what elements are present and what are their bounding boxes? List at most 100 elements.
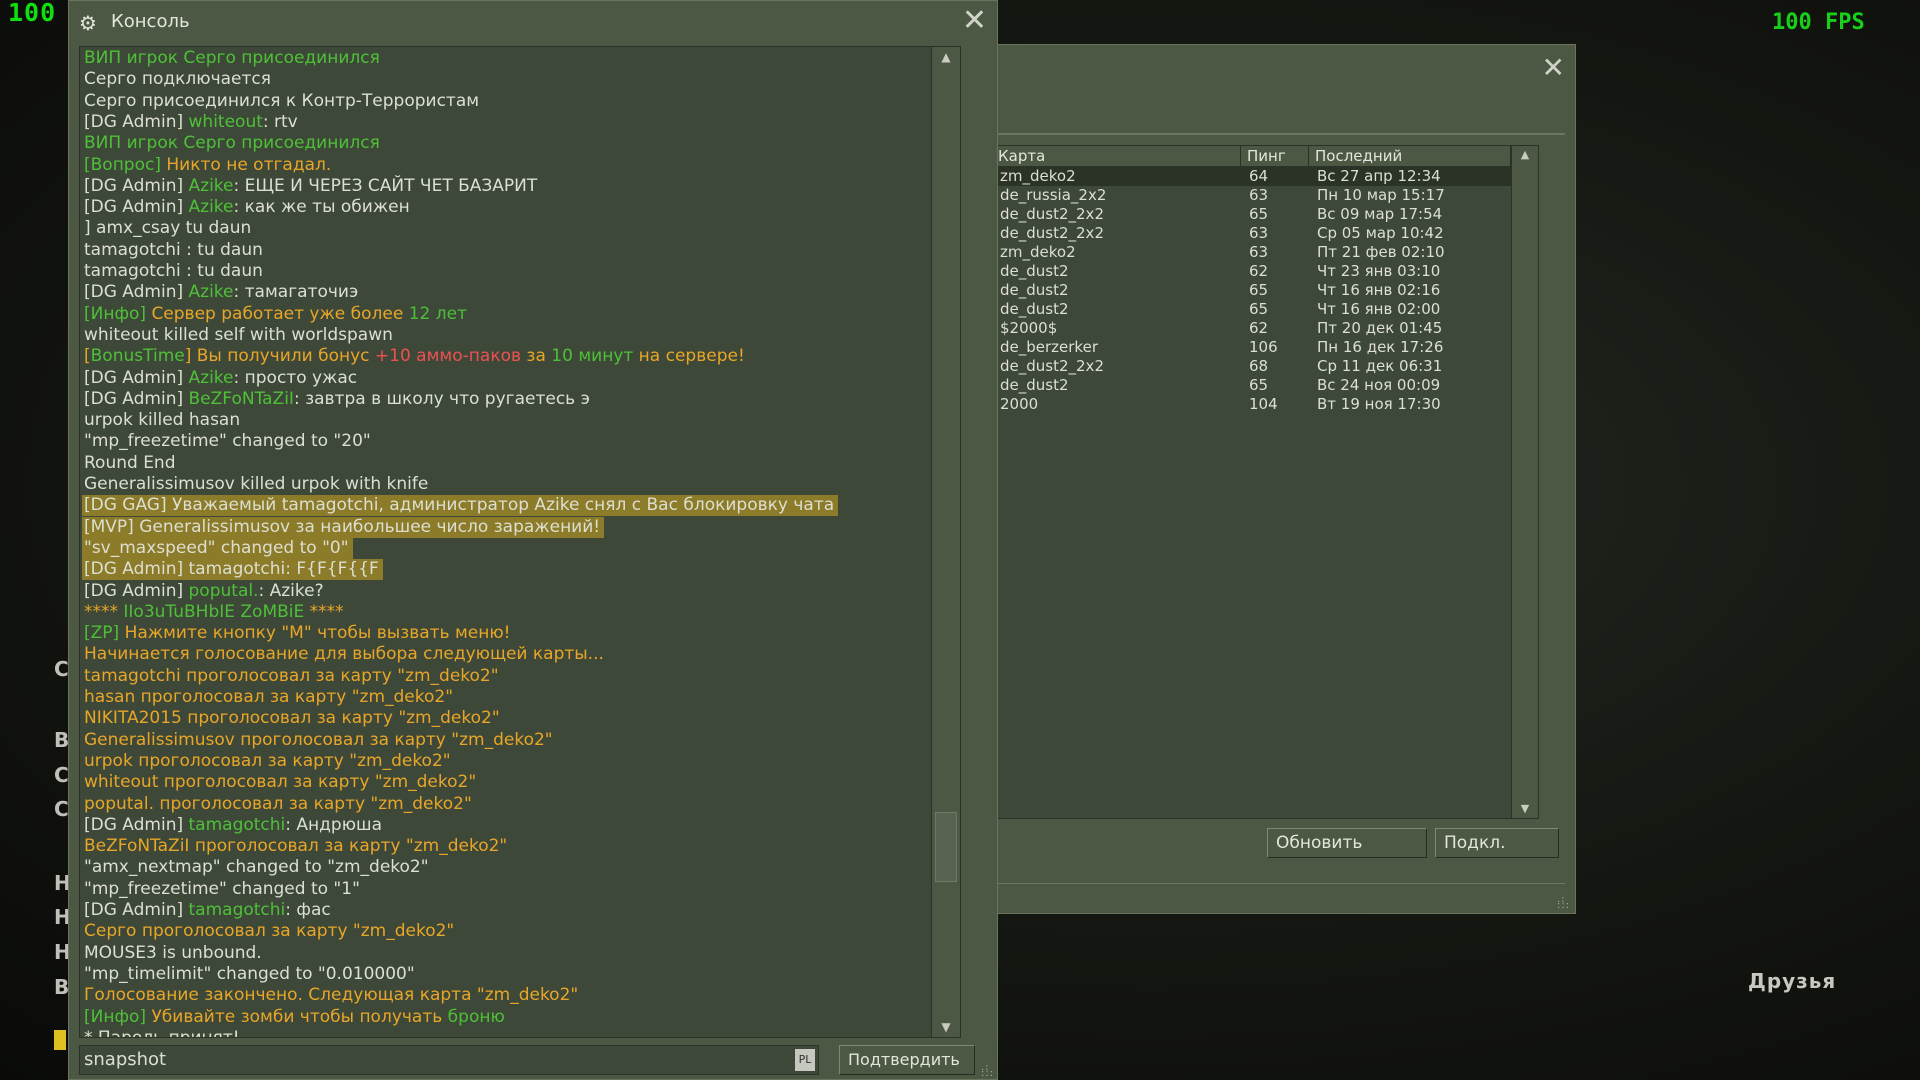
console-line-segment: poputal.	[188, 580, 259, 601]
friends-button[interactable]: Друзья	[1748, 969, 1836, 993]
console-line-segment: "mp_timelimit" changed to "0.010000"	[84, 963, 415, 984]
console-line: [BonusTime] Вы получили бонус +10 аммо-п…	[84, 346, 745, 367]
console-line: Начинается голосование для выбора следую…	[84, 644, 604, 665]
background-menu-letter: С	[54, 797, 69, 821]
server-row[interactable]: :2000104Вт 19 ноя 17:30	[942, 395, 1512, 414]
console-line-segment: : rtv	[262, 111, 298, 132]
server-cell-ping: 65	[1249, 376, 1269, 394]
server-cell-map: zm_deko2	[1000, 167, 1076, 185]
console-line: NIKITA2015 проголосовал за карту "zm_dek…	[84, 708, 500, 729]
scroll-up-icon[interactable]: ▲	[932, 47, 960, 67]
console-line: [DG Admin] Azike: как же ты обижен	[84, 197, 410, 218]
console-line: tamagotchi : tu daun	[84, 240, 263, 261]
console-line-segment: Серго проголосовал за карту "zm_deko2"	[84, 921, 455, 942]
server-row[interactable]: 32de_dust262Чт 23 янв 03:10	[942, 262, 1512, 281]
console-line: urpok killed hasan	[84, 410, 240, 431]
server-list[interactable]: ки Карта Пинг Последний 32zm_deko264Вс 2…	[941, 145, 1539, 819]
console-line: [DG Admin] tamagotchi: Андрюша	[84, 815, 382, 836]
server-row[interactable]: 32$2000$62Пт 20 дек 01:45	[942, 319, 1512, 338]
console-line: [Инфо] Сервер работает уже более 12 лет	[84, 304, 467, 325]
console-command-input[interactable]: snapshot	[79, 1045, 819, 1075]
server-row[interactable]: 32de_dust265Вс 24 ноя 00:09	[942, 376, 1512, 395]
console-line: MOUSE3 is unbound.	[84, 943, 262, 964]
server-cell-last: Пн 16 дек 17:26	[1317, 338, 1444, 356]
console-line: Generalissimusov killed urpok with knife	[84, 474, 428, 495]
console-line-segment: : тамагаточиэ	[233, 282, 359, 303]
console-line: Голосование закончено. Следующая карта "…	[84, 985, 578, 1006]
column-last[interactable]: Последний	[1309, 146, 1511, 166]
server-row[interactable]: 32de_dust265Чт 16 янв 02:16	[942, 281, 1512, 300]
server-cell-last: Пн 10 мар 15:17	[1317, 186, 1445, 204]
column-ping[interactable]: Пинг	[1241, 146, 1309, 166]
console-line: [DG GAG] Уважаемый tamagotchi, администр…	[82, 495, 839, 517]
console-line-segment: ВИП игрок Серго присоединился	[84, 133, 380, 154]
console-line: BeZFoNTaZiI проголосовал за карту "zm_de…	[84, 836, 507, 857]
console-line: ВИП игрок Серго присоединился	[84, 48, 380, 69]
server-row[interactable]: 32de_berzerker106Пн 16 дек 17:26	[942, 338, 1512, 357]
console-line-segment: [	[84, 346, 91, 367]
server-cell-ping: 104	[1249, 395, 1278, 413]
connect-button[interactable]: Подкл.	[1435, 828, 1559, 858]
scrollbar-thumb[interactable]	[935, 812, 957, 882]
console-line-segment: [DG Admin]	[84, 580, 189, 601]
console-line: whiteout killed self with worldspawn	[84, 325, 393, 346]
server-row[interactable]: :de_dust2_2x265Вс 09 мар 17:54	[942, 205, 1512, 224]
background-menu-letter: В	[54, 728, 70, 752]
server-cell-last: Вс 09 мар 17:54	[1317, 205, 1443, 223]
console-line: "mp_freezetime" changed to "1"	[84, 879, 360, 900]
resize-grip-icon[interactable]: .::::	[981, 1063, 993, 1079]
console-line-segment: BeZFoNTaZiI	[188, 388, 294, 409]
browser-close-icon[interactable]: ✕	[1542, 51, 1565, 84]
background-menu-letter: В	[54, 975, 70, 999]
scroll-up-icon[interactable]: ▲	[1512, 146, 1538, 164]
console-line-segment: tamagotchi	[188, 814, 286, 835]
column-map[interactable]: Карта	[992, 146, 1241, 166]
console-line: [DG Admin] tamagotchi: F{F{F{{F	[82, 559, 383, 581]
console-line-segment: на сервере!	[633, 346, 745, 367]
background-menu-marker	[54, 1030, 66, 1050]
server-cell-last: Ср 05 мар 10:42	[1317, 224, 1444, 242]
console-log[interactable]: ВИП игрок Серго присоединился Серго подкл…	[79, 46, 961, 1038]
submit-button[interactable]: Подтвердить	[839, 1045, 975, 1075]
console-line-segment: whiteout проголосовал за карту "zm_deko2…	[84, 772, 477, 793]
console-close-icon[interactable]: ✕	[962, 3, 987, 38]
console-line-segment: ] Вы получили бонус	[184, 346, 375, 367]
console-line-segment: [DG Admin]	[84, 175, 189, 196]
console-line-segment: [DG Admin] tamagotchi: F{F{F{{F	[84, 559, 379, 580]
scroll-down-icon[interactable]: ▼	[932, 1017, 960, 1037]
server-row[interactable]: 32de_dust265Чт 16 янв 02:00	[942, 300, 1512, 319]
resize-grip-icon[interactable]: .::::	[1557, 895, 1569, 911]
console-line: [DG Admin] whiteout: rtv	[84, 112, 298, 133]
refresh-button[interactable]: Обновить	[1267, 828, 1427, 858]
console-line-segment: : завтра в школу что ругаетесь э	[293, 388, 590, 409]
console-line-segment: ****	[304, 601, 344, 622]
console-line-segment: Azike	[188, 282, 234, 303]
server-row[interactable]: :zm_deko263Пт 21 фев 02:10	[942, 243, 1512, 262]
server-cell-ping: 63	[1249, 243, 1269, 261]
scroll-down-icon[interactable]: ▼	[1512, 800, 1538, 818]
server-cell-map: de_dust2	[1000, 281, 1069, 299]
console-line-segment: Серго присоединился к Контр-Террористам	[84, 90, 480, 111]
server-cell-ping: 63	[1249, 186, 1269, 204]
server-row[interactable]: 32zm_deko264Вс 27 апр 12:34	[942, 167, 1512, 186]
server-list-scrollbar[interactable]: ▲ ▼	[1511, 146, 1538, 818]
console-window: ⚙ Консоль ✕ ВИП игрок Серго присоединилс…	[68, 0, 998, 1080]
console-line-segment: броню	[447, 1006, 505, 1027]
console-line-segment: [Инфо]	[84, 1006, 152, 1027]
server-row[interactable]: :de_dust2_2x268Ср 11 дек 06:31	[942, 357, 1512, 376]
console-line: [DG Admin] Azike: тамагаточиэ	[84, 282, 358, 303]
server-cell-ping: 62	[1249, 262, 1269, 280]
console-line-segment: poputal. проголосовал за карту "zm_deko2…	[84, 793, 472, 814]
input-language-badge: PL	[795, 1049, 815, 1071]
console-line-segment: Убивайте зомби чтобы получать	[151, 1006, 448, 1027]
console-line-segment: Generalissimusov killed urpok with knife	[84, 474, 429, 494]
server-row[interactable]: :de_russia_2x263Пн 10 мар 15:17	[942, 186, 1512, 205]
console-line-segment: "amx_nextmap" changed to "zm_deko2"	[84, 857, 429, 878]
console-line: tamagotchi проголосовал за карту "zm_dek…	[84, 666, 499, 687]
server-cell-ping: 106	[1249, 338, 1278, 356]
console-scrollbar[interactable]: ▲ ▼	[931, 47, 960, 1037]
console-title: Консоль	[111, 11, 190, 32]
server-row[interactable]: :de_dust2_2x263Ср 05 мар 10:42	[942, 224, 1512, 243]
console-line-segment: : Azike?	[258, 580, 324, 601]
server-cell-last: Пт 21 фев 02:10	[1317, 243, 1445, 261]
